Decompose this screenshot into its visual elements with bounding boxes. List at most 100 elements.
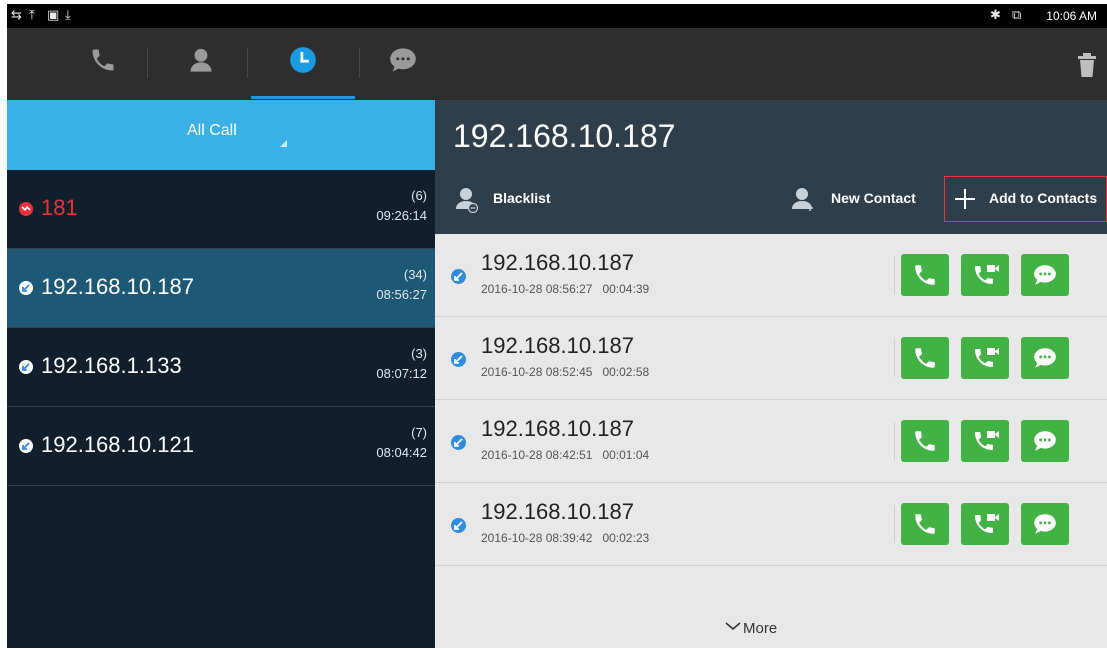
- contact-icon: [190, 48, 212, 72]
- download-icon: ⤓: [65, 8, 71, 23]
- call-number: 192.168.1.133: [41, 353, 182, 378]
- usb-icon: ⇆: [11, 8, 22, 23]
- detail-header: 192.168.10.187: [435, 100, 1107, 166]
- voice-call-button[interactable]: [901, 254, 949, 296]
- bluetooth-icon: ✱: [990, 8, 1001, 23]
- blacklist-label: Blacklist: [493, 190, 551, 206]
- history-datetime: 2016-10-28 08:52:45 00:02:58: [481, 365, 650, 379]
- history-datetime: 2016-10-28 08:56:27 00:04:39: [481, 282, 650, 296]
- call-list-item[interactable]: 181 (6) 09:26:14: [7, 170, 435, 249]
- video-call-button[interactable]: [961, 254, 1009, 296]
- add-to-contacts-button[interactable]: Add to Contacts: [944, 176, 1107, 222]
- history-row: 192.168.10.187 2016-10-28 08:52:45 00:02…: [435, 317, 1107, 400]
- video-call-button[interactable]: [961, 420, 1009, 462]
- video-call-button[interactable]: [961, 337, 1009, 379]
- image-icon: ▣: [47, 8, 60, 23]
- phone-icon: [92, 49, 114, 71]
- detail-title: 192.168.10.187: [453, 118, 676, 154]
- blacklist-icon: [456, 188, 479, 213]
- call-time: 08:07:12: [376, 366, 427, 381]
- plus-icon: [955, 189, 975, 209]
- call-count: (7): [411, 425, 427, 440]
- incoming-call-icon: [19, 360, 33, 374]
- call-time: 09:26:14: [376, 208, 427, 223]
- phone-icon: [915, 265, 935, 285]
- video-call-button[interactable]: [961, 503, 1009, 545]
- missed-call-icon: [19, 202, 33, 216]
- call-detail-panel: 192.168.10.187 Blacklist New Contact Add…: [435, 100, 1107, 648]
- history-actions: [894, 254, 1069, 296]
- history-number: 192.168.10.187: [481, 499, 634, 524]
- phone-icon: [915, 514, 935, 534]
- add-to-contacts-label: Add to Contacts: [989, 190, 1098, 206]
- call-number: 181: [41, 195, 78, 220]
- video-call-icon: [975, 514, 999, 533]
- more-label: More: [743, 620, 778, 637]
- chevron-down-icon: [725, 622, 741, 631]
- status-time: 10:06 AM: [1046, 9, 1097, 23]
- status-bar: ⇆ ⤒ ▣ ⤓ ✱ ⧉ 10:06 AM: [7, 4, 1107, 28]
- incoming-call-icon: [451, 435, 466, 450]
- call-time: 08:56:27: [376, 287, 427, 302]
- message-button[interactable]: [1021, 337, 1069, 379]
- tab-history[interactable]: [257, 28, 349, 100]
- tab-bar: [7, 28, 1107, 100]
- history-datetime: 2016-10-28 08:42:51 00:01:04: [481, 448, 650, 462]
- call-list-item[interactable]: 192.168.10.121 (7) 08:04:42: [7, 407, 435, 486]
- history-number: 192.168.10.187: [481, 416, 634, 441]
- video-call-icon: [975, 265, 999, 284]
- incoming-call-icon: [19, 281, 33, 295]
- incoming-call-icon: [451, 352, 466, 367]
- message-button[interactable]: [1021, 503, 1069, 545]
- new-contact-button[interactable]: New Contact: [785, 166, 935, 234]
- phone-icon: [915, 431, 935, 451]
- message-button[interactable]: [1021, 420, 1069, 462]
- call-list-item[interactable]: 192.168.10.187 (34) 08:56:27: [7, 249, 435, 328]
- history-row: 192.168.10.187 2016-10-28 08:56:27 00:04…: [435, 234, 1107, 317]
- new-contact-icon: [792, 188, 813, 211]
- tab-messages[interactable]: [357, 28, 449, 100]
- history-number: 192.168.10.187: [481, 333, 634, 358]
- dropdown-arrow-icon: [280, 140, 287, 147]
- video-call-icon: [975, 431, 999, 450]
- tab-contacts[interactable]: [155, 28, 247, 100]
- voice-call-button[interactable]: [901, 503, 949, 545]
- trash-icon[interactable]: [1075, 52, 1099, 78]
- history-actions: [894, 420, 1069, 462]
- history-datetime: 2016-10-28 08:39:42 00:02:23: [481, 531, 650, 545]
- call-number: 192.168.10.121: [41, 432, 194, 457]
- phone-icon: [915, 348, 935, 368]
- history-number: 192.168.10.187: [481, 250, 634, 275]
- history-row: 192.168.10.187 2016-10-28 08:42:51 00:01…: [435, 400, 1107, 483]
- upload-icon: ⤒: [29, 8, 35, 23]
- call-list-item[interactable]: 192.168.1.133 (3) 08:07:12: [7, 328, 435, 407]
- incoming-call-icon: [451, 269, 466, 284]
- message-icon: [1034, 431, 1056, 451]
- call-filter-dropdown[interactable]: All Call: [7, 100, 435, 170]
- history-actions: [894, 337, 1069, 379]
- call-time: 08:04:42: [376, 445, 427, 460]
- incoming-call-icon: [451, 518, 466, 533]
- message-icon: [390, 48, 416, 72]
- incoming-call-icon: [19, 439, 33, 453]
- display-icon: ⧉: [1012, 8, 1022, 23]
- detail-action-bar: Blacklist New Contact Add to Contacts: [435, 166, 1107, 234]
- clock-icon: [290, 47, 316, 73]
- call-count: (6): [411, 188, 427, 203]
- more-button[interactable]: More: [435, 600, 1107, 648]
- new-contact-label: New Contact: [831, 190, 916, 206]
- voice-call-button[interactable]: [901, 420, 949, 462]
- message-icon: [1034, 348, 1056, 368]
- message-icon: [1034, 514, 1056, 534]
- call-count: (3): [411, 346, 427, 361]
- tab-phone[interactable]: [57, 28, 149, 100]
- message-button[interactable]: [1021, 254, 1069, 296]
- call-list-panel: All Call 181 (6) 09:26:14 192.168.10.187…: [7, 100, 435, 648]
- message-icon: [1034, 265, 1056, 285]
- history-actions: [894, 503, 1069, 545]
- video-call-icon: [975, 348, 999, 367]
- call-count: (34): [403, 267, 427, 282]
- history-row: 192.168.10.187 2016-10-28 08:39:42 00:02…: [435, 483, 1107, 566]
- blacklist-button[interactable]: Blacklist: [449, 166, 559, 234]
- voice-call-button[interactable]: [901, 337, 949, 379]
